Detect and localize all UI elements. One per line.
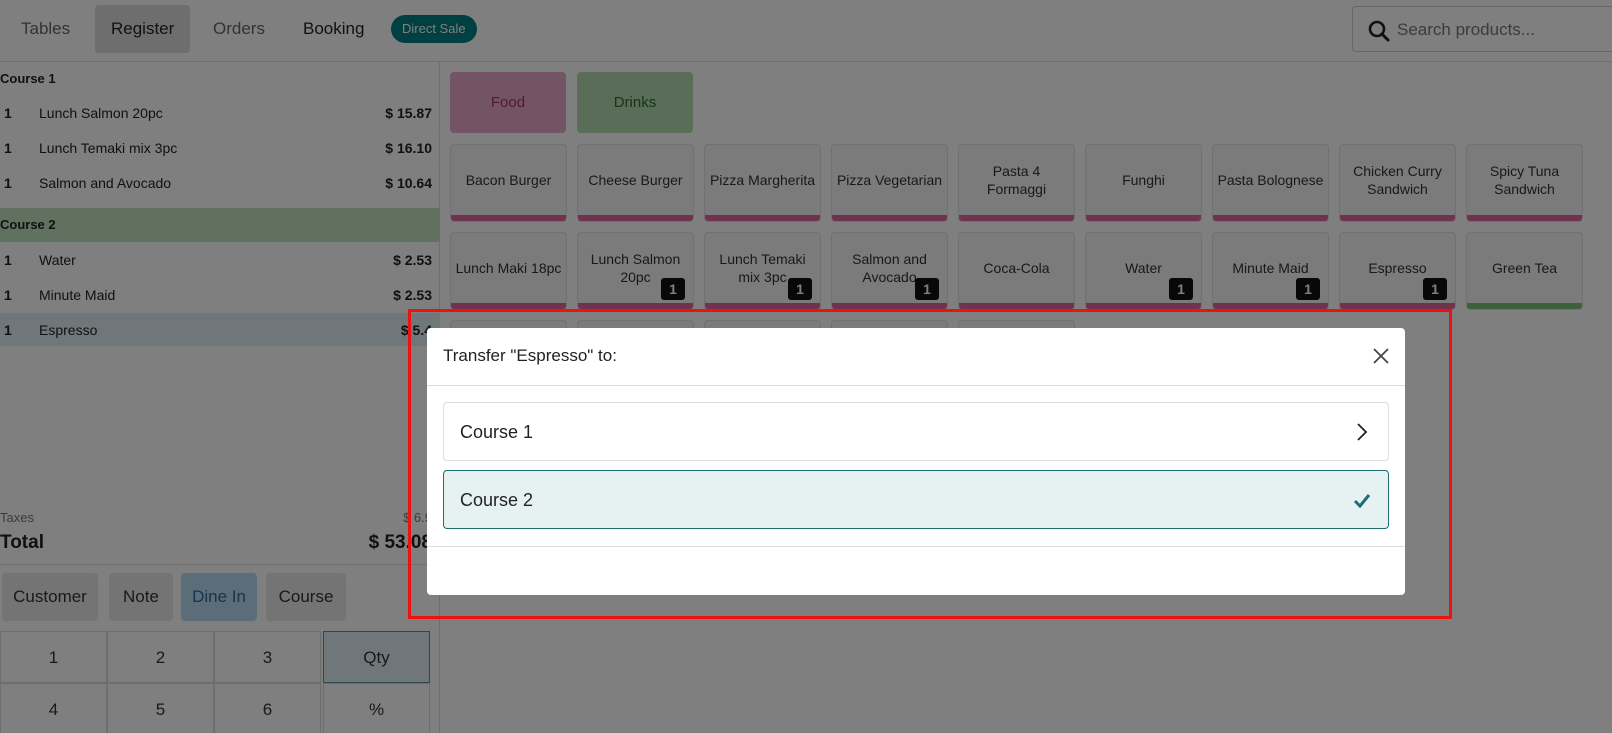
divider (427, 546, 1405, 547)
course-option-1[interactable]: Course 1 (443, 402, 1389, 461)
course-option-2[interactable]: Course 2 (443, 470, 1389, 529)
divider (427, 385, 1405, 386)
chevron-right-icon (1357, 423, 1368, 441)
option-label: Course 1 (460, 422, 534, 442)
check-icon (1353, 494, 1371, 509)
transfer-dialog: Transfer "Espresso" to: Course 1 Course … (427, 328, 1405, 595)
option-label: Course 2 (460, 490, 534, 510)
close-icon[interactable] (1371, 346, 1391, 366)
dialog-title: Transfer "Espresso" to: (443, 346, 617, 365)
